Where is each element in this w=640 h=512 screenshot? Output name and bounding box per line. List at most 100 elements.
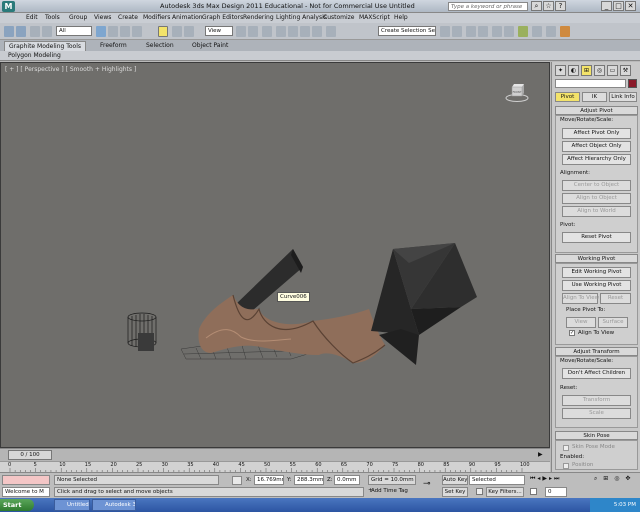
set-key-button[interactable]: Set Key [442,487,468,497]
angle-snap-icon[interactable] [288,26,298,37]
menu-help[interactable]: Help [394,14,408,21]
affect-hierarchy-only-button[interactable]: Affect Hierarchy Only [562,154,631,165]
region-select-icon[interactable] [120,26,130,37]
tab-object-paint[interactable]: Object Paint [188,41,232,51]
select-object-icon[interactable] [96,26,106,37]
affect-pivot-only-button[interactable]: Affect Pivot Only [562,128,631,139]
app-icon[interactable]: M [2,1,15,12]
dont-affect-children-button[interactable]: Don't Affect Children [562,368,631,379]
spinner-snap-icon[interactable] [312,26,322,37]
key-mode-toggle-icon[interactable] [530,488,537,495]
reset-pivot-button[interactable]: Reset Pivot [562,232,631,243]
motion-panel-icon[interactable]: ◎ [594,65,605,76]
maximize-button[interactable]: □ [613,1,624,11]
key-filters-button[interactable]: Key Filters... [486,487,524,497]
search-icon[interactable]: ⌕ [531,1,542,11]
menu-maxscript[interactable]: MAXScript [359,14,390,21]
schematic-view-icon[interactable] [504,26,514,37]
pivot-center-icon[interactable] [236,26,246,37]
use-working-pivot-button[interactable]: Use Working Pivot [562,280,631,291]
key-mode-dropdown[interactable]: Selected [469,475,525,485]
object-name-field[interactable] [555,79,626,88]
menu-views[interactable]: Views [94,14,111,21]
graphite-toggle-icon[interactable] [478,26,488,37]
tab-link-info[interactable]: Link Info [609,92,637,102]
curve-editor-icon[interactable] [492,26,502,37]
reset-working-pivot-button[interactable]: Reset [600,293,631,304]
tab-graphite-modeling-tools[interactable]: Graphite Modeling Tools [4,41,87,51]
reset-scale-button[interactable]: Scale [562,408,631,419]
window-crossing-icon[interactable] [132,26,142,37]
communication-icon[interactable]: ☆ [543,1,554,11]
link-icon[interactable] [30,26,40,37]
minimize-button[interactable]: _ [601,1,612,11]
key-filter-checkbox[interactable] [476,488,483,495]
reset-transform-button[interactable]: Transform [562,395,631,406]
adjust-pivot-rollout-header[interactable]: Adjust Pivot [555,106,638,115]
redo-icon[interactable] [16,26,26,37]
key-icon[interactable]: ⊸ [423,479,431,489]
tab-ik[interactable]: IK [582,92,607,102]
menu-tools[interactable]: Tools [45,14,60,21]
close-button[interactable]: ✕ [625,1,636,11]
taskbar-item-untitled[interactable]: Untitled [54,499,90,511]
snaps-toggle-icon[interactable] [276,26,286,37]
skin-pose-mode-checkbox[interactable] [563,445,569,451]
menu-modifiers[interactable]: Modifiers [143,14,170,21]
menu-create[interactable]: Create [118,14,138,21]
named-selection-dropdown[interactable]: Create Selection Se [378,26,436,36]
menu-edit[interactable]: Edit [26,14,38,21]
time-slider-thumb[interactable]: 0 / 100 [8,450,52,460]
skin-pose-position-checkbox[interactable] [563,463,569,469]
z-coordinate-field[interactable]: 0.0mm [334,475,360,485]
unlink-icon[interactable] [42,26,52,37]
tab-polygon-modeling[interactable]: Polygon Modeling [8,52,61,59]
perspective-viewport[interactable]: [ + ] [ Perspective ] [ Smooth + Highlig… [0,62,550,448]
center-to-object-button[interactable]: Center to Object [562,180,631,191]
place-surface-button[interactable]: Surface [598,317,628,328]
material-editor-icon[interactable] [518,26,528,37]
search-input[interactable]: Type a keyword or phrase [448,2,528,11]
undo-icon[interactable] [4,26,14,37]
viewport-navigation-controls[interactable]: ⌕ ⊞ ◎ ✥ [594,475,638,497]
skin-pose-rollout-header[interactable]: Skin Pose [555,431,638,440]
x-coordinate-field[interactable]: 16.769mm [254,475,284,485]
align-to-view-button[interactable]: Align To View [562,293,599,304]
layer-manager-icon[interactable] [466,26,476,37]
align-to-view-checkbox[interactable]: ✓ [569,330,575,336]
rendered-frame-icon[interactable] [546,26,556,37]
select-manipulate-icon[interactable] [248,26,258,37]
current-frame-field[interactable]: 0 [545,487,567,497]
hierarchy-panel-icon[interactable]: ⊞ [581,65,592,76]
taskbar-item-autodesk[interactable]: Autodesk 3... [92,499,136,511]
track-bar[interactable]: 0 5 10 15 20 25 30 35 40 45 50 55 60 65 70 75 80 85 90 95 10… [0,461,550,473]
menu-graph-editors[interactable]: Graph Editors [202,14,243,21]
affect-object-only-button[interactable]: Affect Object Only [562,141,631,152]
keyboard-shortcut-icon[interactable] [262,26,272,37]
modify-panel-icon[interactable]: ◐ [568,65,579,76]
object-color-swatch[interactable] [628,79,637,88]
start-button[interactable]: Start [0,499,34,511]
reference-coordinate-dropdown[interactable]: View [205,26,233,36]
select-and-rotate-icon[interactable] [172,26,182,37]
tab-selection[interactable]: Selection [142,41,178,51]
mirror-icon[interactable] [440,26,450,37]
select-and-move-icon[interactable] [158,26,168,37]
create-panel-icon[interactable]: ✦ [555,65,566,76]
menu-animation[interactable]: Animation [172,14,203,21]
help-icon[interactable]: ? [555,1,566,11]
tab-pivot[interactable]: Pivot [555,92,580,102]
playback-controls[interactable]: ⏮◂▶▸⏭ [530,475,590,485]
place-view-button[interactable]: View [566,317,596,328]
selection-filter-dropdown[interactable]: All [56,26,92,36]
absolute-mode-icon[interactable] [232,476,242,485]
percent-snap-icon[interactable] [300,26,310,37]
utilities-panel-icon[interactable]: ⚒ [620,65,631,76]
time-slider-next-icon[interactable]: ▶ [538,451,543,458]
maxscript-listener-field[interactable] [2,475,50,485]
edit-working-pivot-button[interactable]: Edit Working Pivot [562,267,631,278]
menu-group[interactable]: Group [69,14,87,21]
adjust-transform-rollout-header[interactable]: Adjust Transform [555,347,638,356]
menu-lighting-analysis[interactable]: Lighting Analysis [276,14,327,21]
render-setup-icon[interactable] [532,26,542,37]
